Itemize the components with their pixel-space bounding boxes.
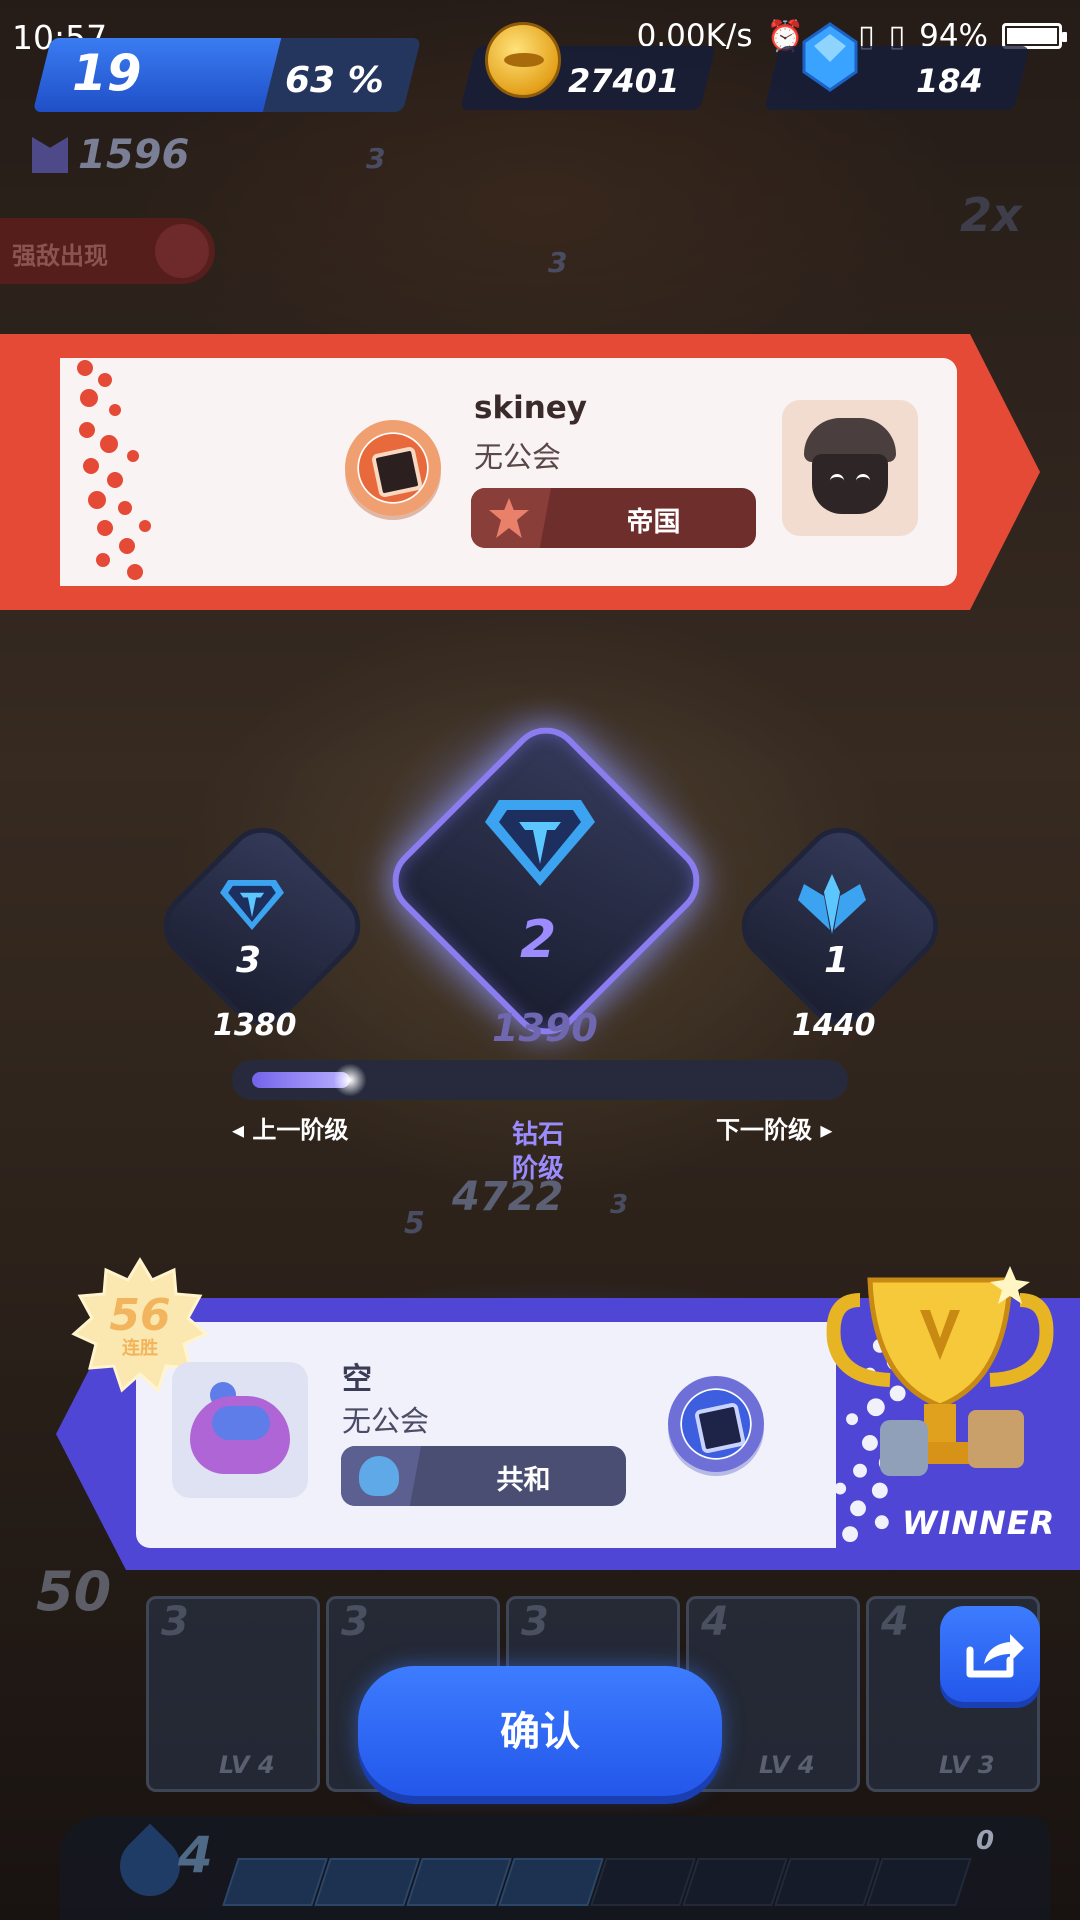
speed-indicator: 2x — [960, 188, 1022, 242]
trophy-count: 1596 — [78, 132, 190, 178]
prev-tier-label: 上一阶级 — [252, 1116, 349, 1144]
win-streak-label: 连胜 — [122, 1338, 158, 1359]
energy-segment — [406, 1858, 512, 1906]
card-level: LV 4 — [219, 1751, 275, 1779]
next-tier-link[interactable]: 下一阶级 ▸ — [716, 1110, 832, 1145]
prev-tier-number: 3 — [236, 940, 262, 981]
trophy-score: 1596 — [32, 132, 189, 178]
energy-segment — [498, 1858, 604, 1906]
player-guild: 无公会 — [342, 1404, 430, 1438]
next-tier-label: 下一阶级 — [716, 1116, 812, 1144]
energy-segment — [774, 1858, 880, 1906]
enemy-appear-banner: 强敌出现 — [0, 218, 215, 284]
current-score: 1390 — [492, 1006, 598, 1050]
player-guild-badge-icon — [668, 1376, 764, 1472]
gem-icon — [802, 22, 858, 92]
card-cost: 3 — [521, 1599, 549, 1645]
energy-segment — [590, 1858, 696, 1906]
share-button[interactable] — [940, 1606, 1040, 1702]
diamond-rank-icon — [485, 800, 595, 886]
energy-count: 4 — [178, 1826, 213, 1884]
tier-name: 钻石阶级 — [512, 1120, 565, 1184]
current-tier-number: 2 — [520, 910, 557, 970]
deck-card: 3 LV 4 — [146, 1596, 320, 1792]
rank-progress-bar — [232, 1060, 848, 1100]
share-icon — [966, 1634, 1024, 1678]
opponent-name: skiney — [474, 390, 587, 426]
enemy-fist-icon — [155, 224, 209, 278]
prev-tier-link[interactable]: ◂ 上一阶级 — [232, 1110, 348, 1145]
card-level: LV 4 — [759, 1751, 815, 1779]
energy-segment — [866, 1858, 972, 1906]
player-faction-label: 共和 — [496, 1465, 551, 1496]
winner-label: WINNER — [902, 1504, 1056, 1542]
player-faction: 共和 — [341, 1446, 626, 1506]
card-cost: 4 — [881, 1599, 909, 1645]
player-level: 19 — [72, 44, 142, 102]
background-unit-level: 5 — [404, 1206, 425, 1241]
opponent-avatar — [782, 400, 918, 536]
coin-icon — [485, 22, 561, 98]
master-rank-icon — [798, 874, 866, 934]
energy-segment — [222, 1858, 328, 1906]
progress-spark-icon — [332, 1062, 368, 1098]
trophy-icon — [826, 1266, 1054, 1476]
coin-count: 27401 — [568, 62, 680, 100]
prev-tier-score: 1380 — [213, 1008, 297, 1043]
background-unit-level: 3 — [366, 142, 386, 175]
next-tier-score: 1440 — [792, 1008, 876, 1043]
enemy-appear-label: 强敌出现 — [12, 242, 108, 270]
card-cost: 4 — [701, 1599, 729, 1645]
empire-star-icon — [471, 488, 551, 548]
card-cost: 3 — [341, 1599, 369, 1645]
level-progress-fill — [32, 38, 282, 112]
opponent-guild: 无公会 — [474, 440, 562, 474]
energy-segment — [314, 1858, 420, 1906]
opponent-guild-badge-icon — [345, 420, 441, 516]
diamond-rank-icon — [220, 880, 284, 930]
background-unit-level: 3 — [548, 246, 568, 279]
confirm-button[interactable]: 确认 — [358, 1666, 722, 1796]
player-avatar — [172, 1362, 308, 1498]
background-unit-level: 3 — [610, 1190, 629, 1220]
card-cost: 3 — [161, 1599, 189, 1645]
next-tier-number: 1 — [824, 940, 850, 981]
caret-right-icon: ▸ — [812, 1116, 833, 1144]
gem-count: 184 — [916, 62, 983, 100]
card-level: LV 3 — [939, 1751, 995, 1779]
opponent-faction: 帝国 — [471, 488, 756, 548]
republic-helmet-icon — [341, 1446, 421, 1506]
player-name: 空 — [342, 1362, 372, 1397]
level-progress-text: 63 % — [285, 60, 384, 101]
league-icon — [32, 137, 68, 173]
red-dots-decoration — [77, 360, 151, 580]
caret-left-icon: ◂ — [232, 1116, 253, 1144]
opponent-faction-label: 帝国 — [626, 507, 681, 538]
card-counter: 0 — [976, 1826, 995, 1856]
energy-segment — [682, 1858, 788, 1906]
